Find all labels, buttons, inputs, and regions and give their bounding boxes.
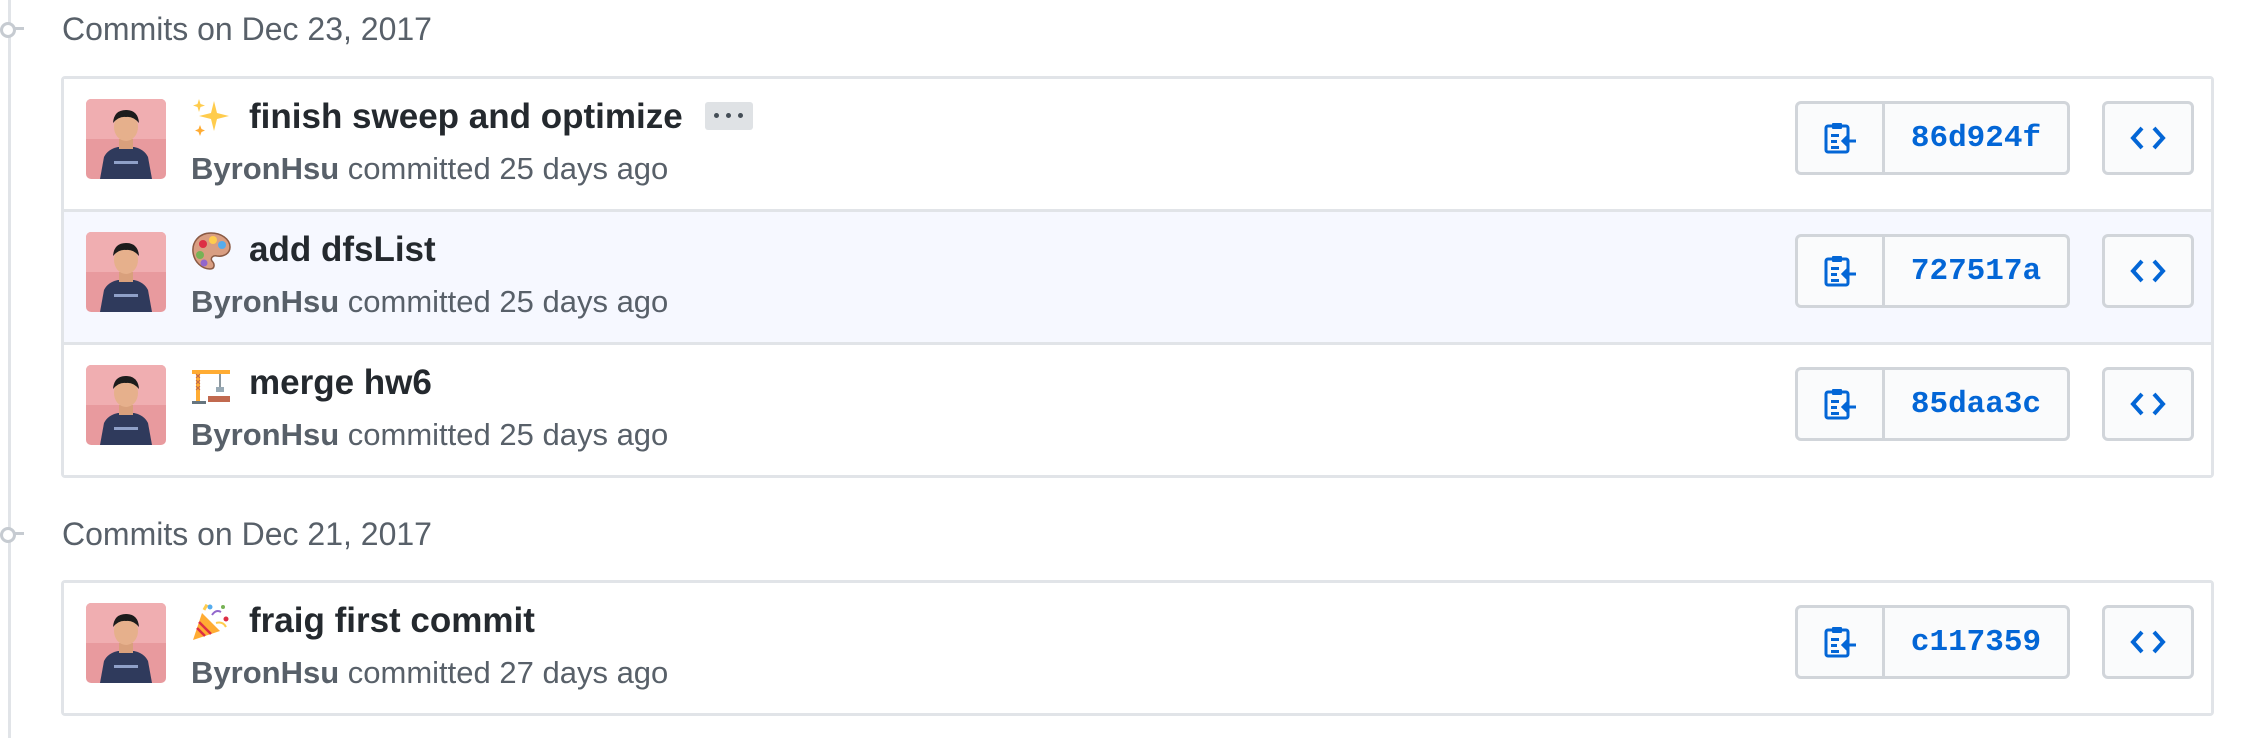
code-icon [2130,259,2166,283]
commit-action: committed [347,151,491,186]
commit-group-header: Commits on Dec 21, 2017 [0,508,800,558]
clipboard-icon [1824,389,1856,420]
commit-message-link[interactable]: add dfsList [249,230,436,269]
clipboard-icon [1824,123,1856,154]
copy-sha-button[interactable] [1798,370,1885,438]
code-icon [2130,630,2166,654]
sha-button-group: 727517a [1795,234,2070,308]
commit-time: 25 days ago [499,284,669,319]
code-icon [2130,392,2166,416]
commit-row: merge hw6 ByronHsu committed 25 days ago… [64,342,2211,475]
commit-message-link[interactable]: merge hw6 [249,363,432,402]
palette-icon [190,230,232,272]
commit-sha-link[interactable]: 727517a [1885,237,2067,305]
commit-meta: ByronHsu committed 27 days ago [191,655,668,691]
commit-group-date: Commits on Dec 21, 2017 [62,516,432,552]
avatar[interactable] [86,603,166,683]
commit-group-date: Commits on Dec 23, 2017 [62,11,432,47]
timeline-line [8,0,11,738]
commit-action: committed [347,417,491,452]
browse-repo-button[interactable] [2102,101,2194,175]
commit-time: 27 days ago [499,655,669,690]
commit-title: fraig first commit [249,601,535,641]
commit-sha-link[interactable]: c117359 [1885,608,2067,676]
commit-title: finish sweep and optimize [249,97,753,137]
commit-action: committed [347,655,491,690]
commit-sha-link[interactable]: 86d924f [1885,104,2067,172]
commit-meta: ByronHsu committed 25 days ago [191,417,668,453]
avatar[interactable] [86,232,166,312]
expand-message-button[interactable] [704,101,753,130]
commit-group-list: fraig first commit ByronHsu committed 27… [61,580,2214,716]
commit-title: add dfsList [249,230,436,270]
commit-author-link[interactable]: ByronHsu [191,417,339,452]
commit-meta: ByronHsu committed 25 days ago [191,151,668,187]
commit-time: 25 days ago [499,417,669,452]
copy-sha-button[interactable] [1798,608,1885,676]
commit-group-list: finish sweep and optimize ByronHsu commi… [61,76,2214,478]
code-icon [2130,126,2166,150]
avatar[interactable] [86,365,166,445]
commit-sha-link[interactable]: 85daa3c [1885,370,2067,438]
commit-message-link[interactable]: fraig first commit [249,601,535,640]
browse-repo-button[interactable] [2102,234,2194,308]
commit-group-header: Commits on Dec 23, 2017 [0,3,800,53]
commit-title: merge hw6 [249,363,432,403]
commit-row: finish sweep and optimize ByronHsu commi… [64,79,2211,209]
commit-author-link[interactable]: ByronHsu [191,151,339,186]
clipboard-icon [1824,627,1856,658]
commit-action: committed [347,284,491,319]
commit-row: fraig first commit ByronHsu committed 27… [64,583,2211,713]
copy-sha-button[interactable] [1798,237,1885,305]
sha-button-group: c117359 [1795,605,2070,679]
sha-button-group: 85daa3c [1795,367,2070,441]
avatar[interactable] [86,99,166,179]
commit-node-icon [0,22,16,38]
clipboard-icon [1824,256,1856,287]
browse-repo-button[interactable] [2102,367,2194,441]
commit-message-link[interactable]: finish sweep and optimize [249,97,683,136]
copy-sha-button[interactable] [1798,104,1885,172]
sha-button-group: 86d924f [1795,101,2070,175]
commit-author-link[interactable]: ByronHsu [191,655,339,690]
commit-author-link[interactable]: ByronHsu [191,284,339,319]
commit-time: 25 days ago [499,151,669,186]
commit-node-icon [0,527,16,543]
commit-row: add dfsList ByronHsu committed 25 days a… [64,209,2211,342]
party-popper-icon [190,601,232,643]
construction-icon [190,363,232,405]
commit-meta: ByronHsu committed 25 days ago [191,284,668,320]
sparkles-icon [190,97,232,139]
browse-repo-button[interactable] [2102,605,2194,679]
